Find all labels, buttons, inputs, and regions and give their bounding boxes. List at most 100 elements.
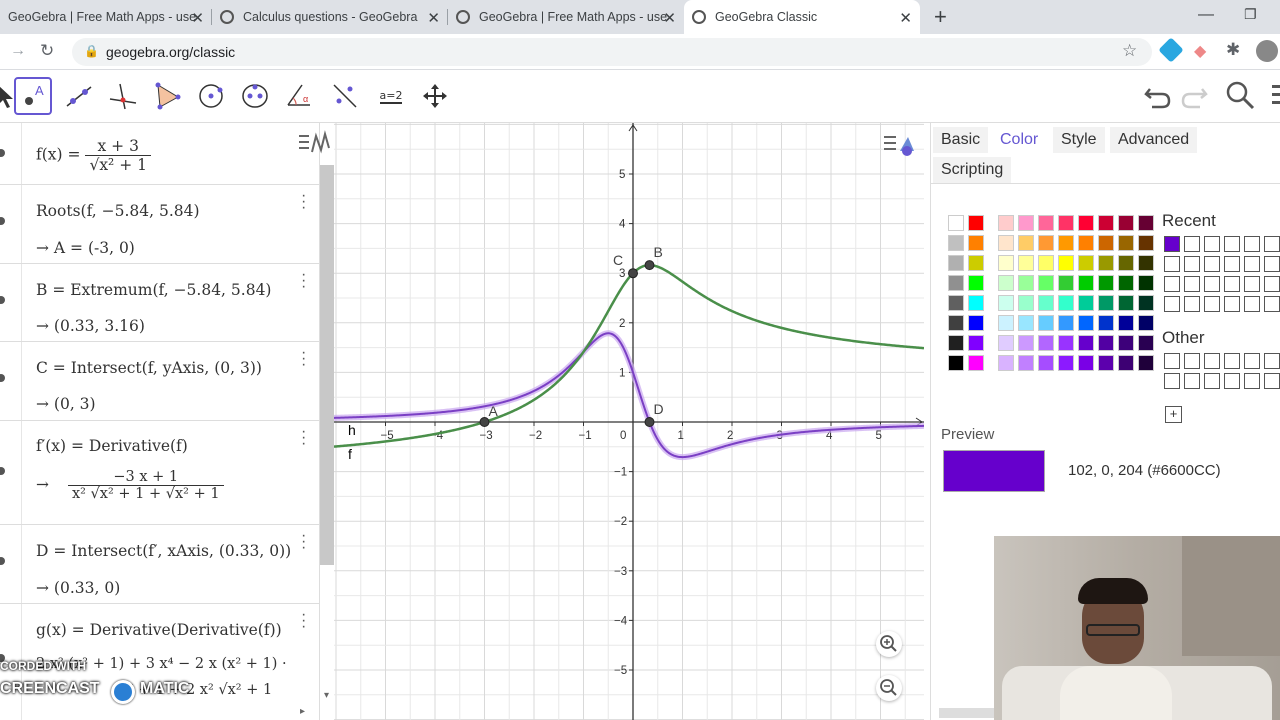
definition-text[interactable]: B = Extremum(f, −5.84, 5.84) — [36, 281, 271, 299]
other-color-slot[interactable] — [1204, 373, 1220, 389]
curve-h-fprime[interactable] — [334, 332, 924, 459]
recent-color-slot[interactable] — [1244, 256, 1260, 272]
recent-color-slot[interactable] — [1244, 296, 1260, 312]
color-swatch[interactable] — [1098, 275, 1114, 291]
puzzle-extensions-icon[interactable]: ✱ — [1226, 40, 1240, 60]
color-swatch[interactable] — [948, 355, 964, 371]
algebra-row-fprime[interactable]: f′(x) = Derivative(f) → −3 x + 1 x² √x² +… — [0, 421, 319, 525]
color-swatch[interactable] — [1098, 255, 1114, 271]
forward-icon[interactable]: → — [10, 42, 26, 60]
color-swatch[interactable] — [948, 335, 964, 351]
color-swatch[interactable] — [1138, 315, 1154, 331]
color-swatch[interactable] — [948, 275, 964, 291]
color-swatch[interactable] — [1018, 275, 1034, 291]
tab-style[interactable]: Style — [1053, 127, 1105, 153]
circle-tool-button[interactable] — [192, 77, 230, 115]
algebra-style-bar-button[interactable] — [297, 130, 331, 161]
bookmark-star-icon[interactable]: ☆ — [1122, 41, 1137, 61]
scroll-right-arrow-icon[interactable]: ▸ — [300, 706, 305, 717]
angle-tool-button[interactable]: α — [280, 77, 318, 115]
color-swatch[interactable] — [1018, 255, 1034, 271]
visibility-toggle-icon[interactable] — [0, 467, 5, 475]
algebra-input[interactable]: f(x) = x + 3 √x² + 1 — [36, 137, 151, 174]
row-menu-icon[interactable]: · · · — [301, 424, 306, 452]
close-tab-icon[interactable]: ✕ — [191, 9, 204, 27]
color-swatch[interactable] — [998, 215, 1014, 231]
polygon-tool-button[interactable] — [148, 77, 186, 115]
close-tab-icon[interactable]: ✕ — [663, 9, 676, 27]
browser-tab-1[interactable]: GeoGebra | Free Math Apps - use ✕ — [0, 0, 212, 34]
move-graphics-tool-button[interactable] — [416, 77, 454, 115]
line-tool-button[interactable] — [60, 77, 98, 115]
algebra-row-c[interactable]: C = Intersect(f, yAxis, (0, 3)) → (0, 3)… — [0, 342, 319, 421]
color-swatch[interactable] — [1078, 295, 1094, 311]
color-swatch[interactable] — [1038, 255, 1054, 271]
color-swatch[interactable] — [1098, 215, 1114, 231]
recent-color-slot[interactable] — [1184, 296, 1200, 312]
extension-2-icon[interactable]: ◆ — [1194, 41, 1206, 61]
zoom-out-button[interactable] — [876, 675, 902, 701]
algebra-row-roots[interactable]: Roots(f, −5.84, 5.84) → A = (-3, 0) · · · — [0, 185, 319, 264]
color-swatch[interactable] — [1038, 215, 1054, 231]
color-swatch[interactable] — [968, 335, 984, 351]
color-swatch[interactable] — [1018, 355, 1034, 371]
recent-color-slot[interactable] — [1244, 236, 1260, 252]
undo-button[interactable] — [1142, 79, 1174, 116]
tab-advanced[interactable]: Advanced — [1110, 127, 1198, 153]
point-tool-button[interactable]: A — [14, 77, 52, 115]
ellipse-tool-button[interactable] — [236, 77, 274, 115]
recent-color-slot[interactable] — [1204, 276, 1220, 292]
color-swatch[interactable] — [998, 355, 1014, 371]
color-swatch[interactable] — [1078, 235, 1094, 251]
algebra-row-d[interactable]: D = Intersect(f′, xAxis, (0.33, 0)) → (0… — [0, 525, 319, 604]
recent-color-slot[interactable] — [1264, 276, 1280, 292]
color-swatch[interactable] — [1058, 335, 1074, 351]
color-swatch[interactable] — [1118, 295, 1134, 311]
color-swatch[interactable] — [1038, 235, 1054, 251]
color-swatch[interactable] — [1138, 235, 1154, 251]
row-menu-icon[interactable]: · · · — [301, 188, 306, 216]
color-swatch[interactable] — [1098, 355, 1114, 371]
color-swatch[interactable] — [1118, 275, 1134, 291]
recent-color-slot[interactable] — [1184, 256, 1200, 272]
color-swatch[interactable] — [1058, 295, 1074, 311]
visibility-toggle-icon[interactable] — [0, 557, 5, 565]
color-swatch[interactable] — [998, 295, 1014, 311]
definition-text[interactable]: C = Intersect(f, yAxis, (0, 3)) — [36, 359, 262, 377]
color-swatch[interactable] — [1078, 275, 1094, 291]
other-color-slot[interactable] — [1244, 373, 1260, 389]
color-swatch[interactable] — [1018, 215, 1034, 231]
recent-color-slot[interactable] — [1264, 236, 1280, 252]
color-swatch[interactable] — [968, 295, 984, 311]
graphics-view[interactable]: −5 −4 −3 −2 −1 0 1 2 3 4 5 5 4 3 2 1 −1 −2 −3 −4 −5 ABCD h f — [334, 123, 924, 720]
color-swatch[interactable] — [1098, 235, 1114, 251]
color-swatch[interactable] — [1118, 355, 1134, 371]
color-swatch[interactable] — [1078, 255, 1094, 271]
color-swatch[interactable] — [968, 355, 984, 371]
restore-icon[interactable]: ❐ — [1244, 6, 1257, 23]
color-swatch[interactable] — [1118, 215, 1134, 231]
definition-text[interactable]: g(x) = Derivative(Derivative(f)) — [36, 621, 282, 639]
graphics-style-bar-button[interactable] — [882, 131, 916, 162]
definition-text[interactable]: f′(x) = Derivative(f) — [36, 437, 188, 455]
color-swatch[interactable] — [1138, 215, 1154, 231]
color-swatch[interactable] — [948, 315, 964, 331]
color-swatch[interactable] — [968, 255, 984, 271]
recent-color-slot[interactable] — [1184, 276, 1200, 292]
color-swatch[interactable] — [1098, 295, 1114, 311]
visibility-toggle-icon[interactable] — [0, 149, 5, 157]
color-swatch[interactable] — [1018, 235, 1034, 251]
browser-tab-3[interactable]: GeoGebra | Free Math Apps - use ✕ — [448, 0, 684, 34]
profile-avatar[interactable] — [1256, 40, 1278, 62]
other-color-slot[interactable] — [1164, 353, 1180, 369]
color-swatch[interactable] — [1038, 295, 1054, 311]
algebra-row-b[interactable]: B = Extremum(f, −5.84, 5.84) → (0.33, 3.… — [0, 264, 319, 342]
recent-color-slot[interactable] — [1204, 256, 1220, 272]
recent-color-slot[interactable] — [1224, 236, 1240, 252]
other-color-slot[interactable] — [1264, 373, 1280, 389]
color-swatch[interactable] — [948, 235, 964, 251]
recent-color-slot[interactable] — [1224, 276, 1240, 292]
other-color-slot[interactable] — [1204, 353, 1220, 369]
close-tab-icon[interactable]: ✕ — [427, 9, 440, 27]
recent-color-slot[interactable] — [1224, 256, 1240, 272]
